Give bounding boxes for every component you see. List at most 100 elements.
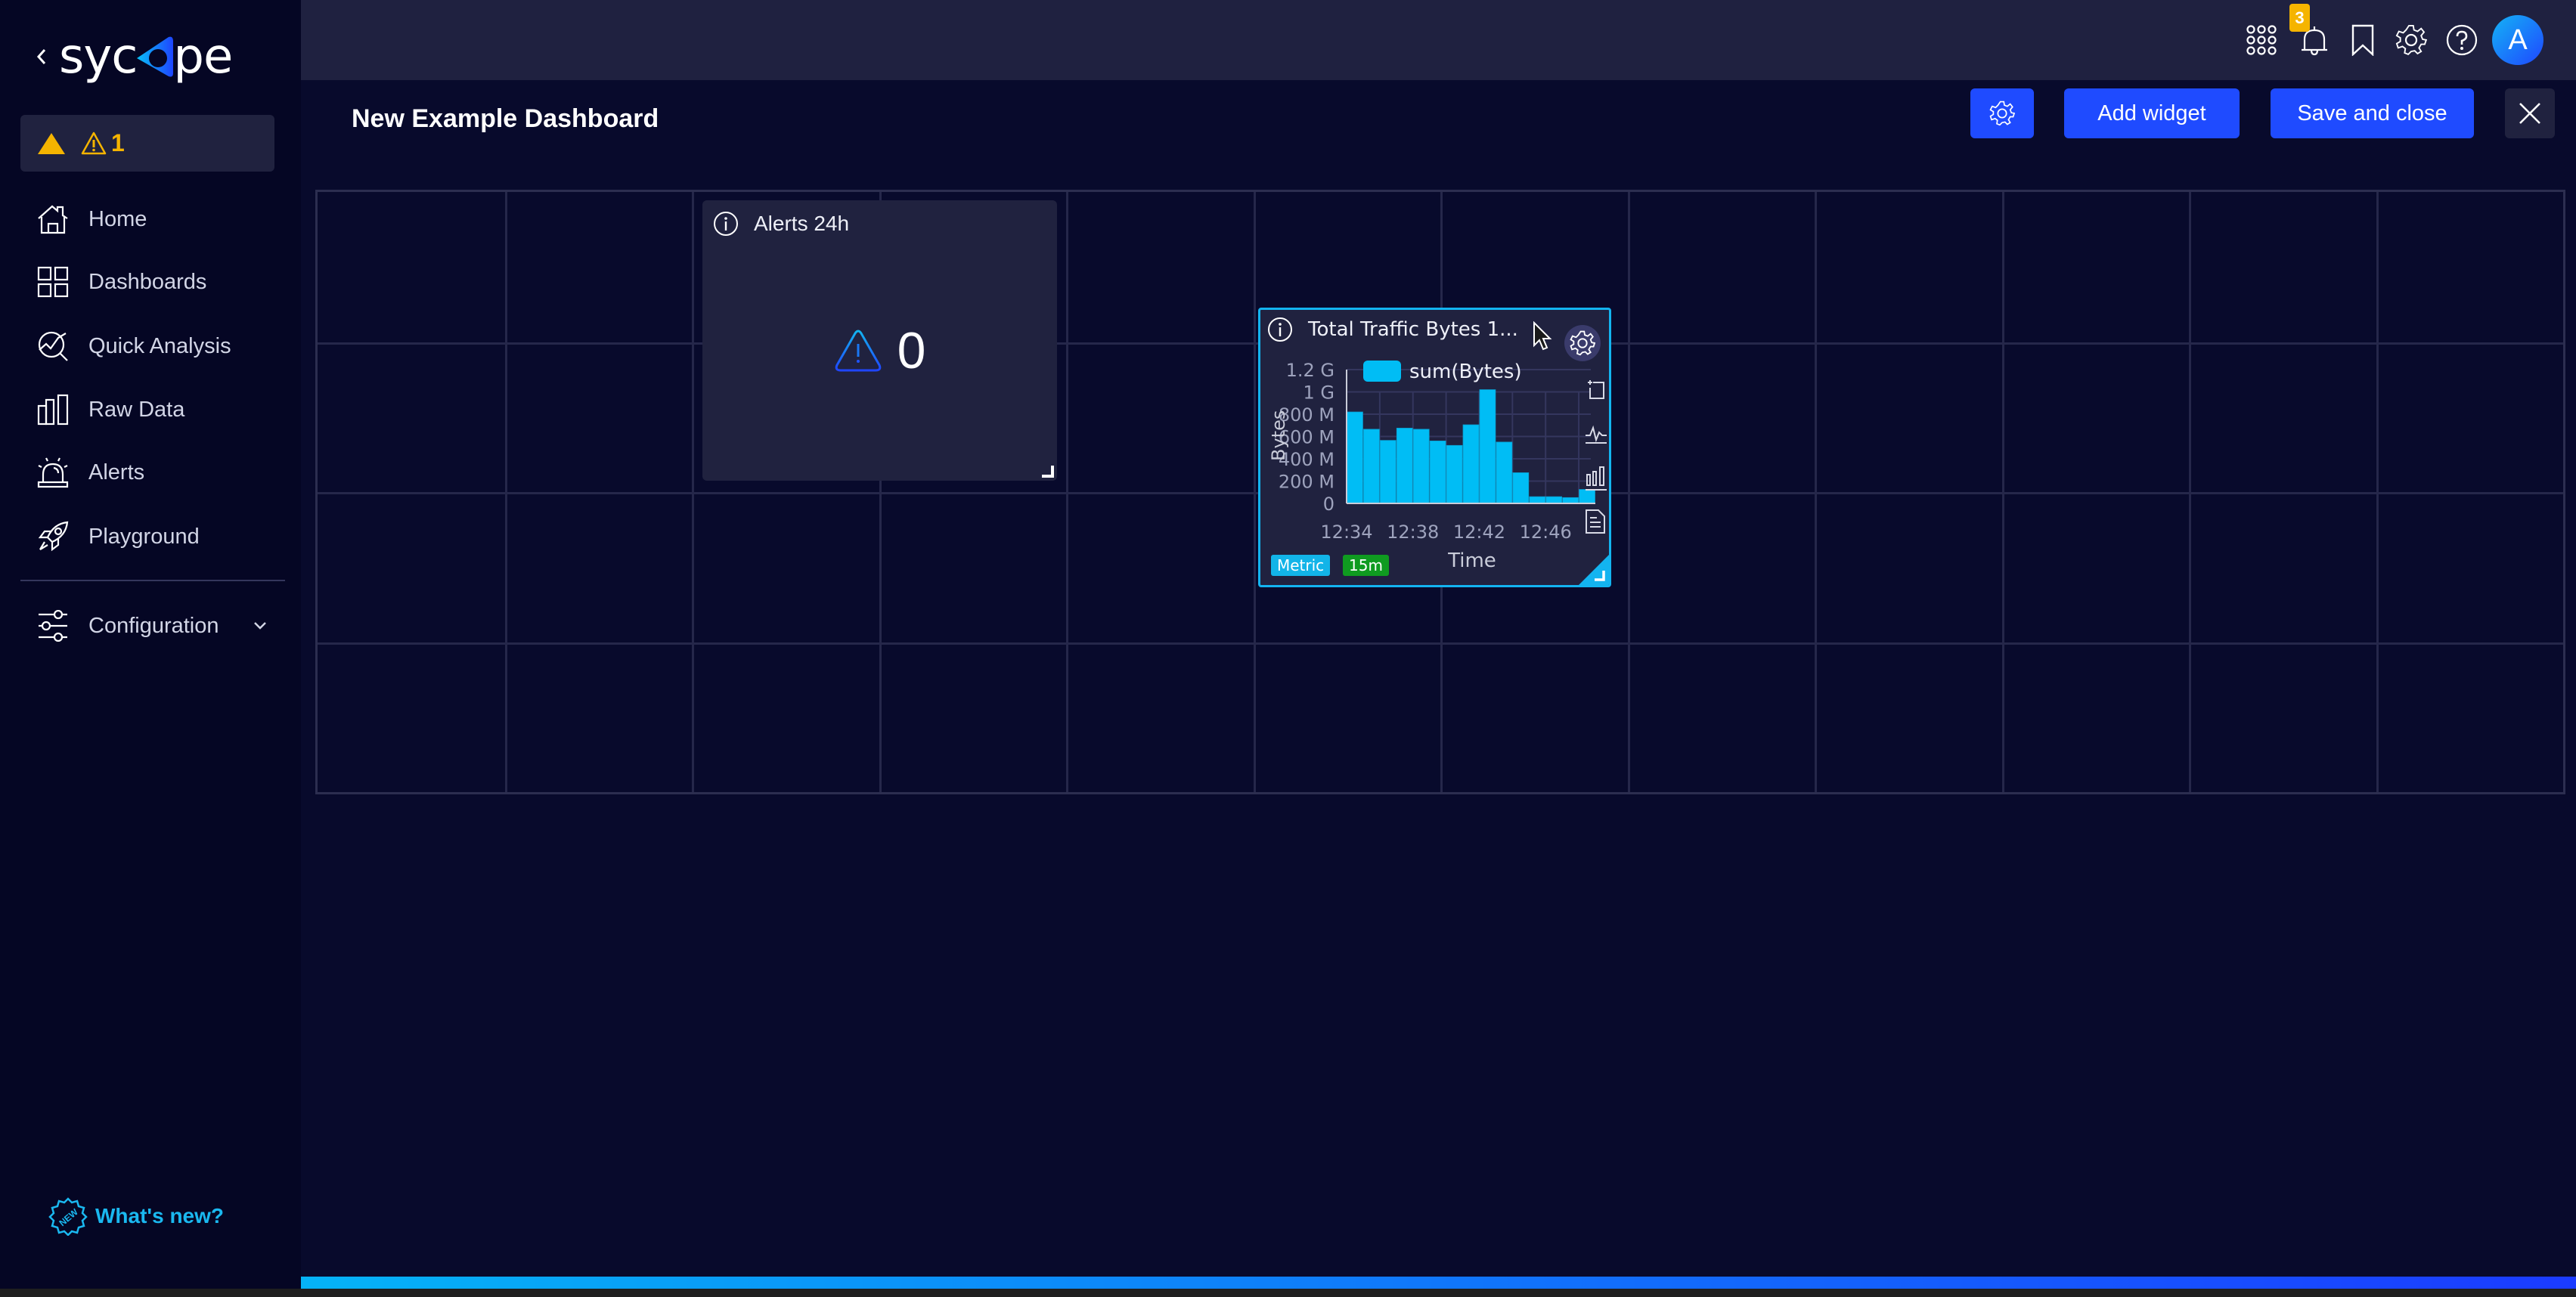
sidebar-divider <box>20 580 285 581</box>
save-and-close-button[interactable]: Save and close <box>2271 88 2474 138</box>
sidebar-item-quick-analysis[interactable]: Quick Analysis <box>37 322 231 370</box>
svg-text:NEW: NEW <box>57 1206 80 1228</box>
sidebar-item-label: Raw Data <box>88 397 185 422</box>
chart-bar[interactable] <box>1396 428 1413 504</box>
chart-bar[interactable] <box>1446 444 1463 504</box>
new-badge-icon: NEW <box>48 1197 88 1236</box>
siren-icon <box>37 457 69 488</box>
sidebar-item-label: Configuration <box>88 613 219 638</box>
metric-tag: Metric <box>1271 555 1331 576</box>
warning-outline-icon <box>81 132 107 154</box>
grid-row-line <box>318 642 2563 645</box>
sidebar-item-playground[interactable]: Playground <box>37 512 200 561</box>
zoom-select-icon[interactable] <box>1588 380 1604 399</box>
chevron-left-icon[interactable] <box>33 42 50 72</box>
dashboard-settings-button[interactable] <box>1970 88 2034 138</box>
x-tick-label: 12:38 <box>1387 522 1439 543</box>
alert-count: 1 <box>111 129 125 156</box>
alerts-value-area: 0 <box>702 321 1057 380</box>
alerts-24h-widget[interactable]: Alerts 24h 0 <box>702 200 1057 481</box>
notification-badge: 3 <box>2289 4 2310 32</box>
chart-bar[interactable] <box>1512 472 1530 504</box>
sidebar-item-dashboards[interactable]: Dashboards <box>37 258 206 306</box>
gear-icon <box>1989 101 2015 126</box>
quick-analysis-icon <box>38 331 68 361</box>
chart-bars <box>1347 389 1595 504</box>
sidebar-item-label: Quick Analysis <box>88 333 231 358</box>
sidebar-item-label: Playground <box>88 524 200 549</box>
x-tick-label: 12:46 <box>1520 522 1572 543</box>
whats-new-link[interactable]: NEW What's new? <box>48 1196 224 1236</box>
widget-title: Alerts 24h <box>754 212 850 235</box>
progress-fill <box>301 1277 2576 1289</box>
bookmark-icon[interactable] <box>2347 24 2379 56</box>
x-tick-label: 12:42 <box>1453 522 1505 543</box>
y-tick-label: 1 G <box>1303 382 1335 404</box>
sidebar-item-configuration[interactable]: Configuration <box>37 602 271 650</box>
time-range-tag: 15m <box>1343 555 1389 576</box>
top-bar <box>301 0 2576 80</box>
traffic-bar-chart: 0200 M400 M600 M800 M1 G1.2 G 12:34 12:38… <box>1268 360 1607 572</box>
line-chart-icon[interactable] <box>1586 425 1607 444</box>
help-icon[interactable] <box>2446 24 2478 56</box>
sycope-logo[interactable]: syc pe <box>59 29 233 85</box>
legend-swatch <box>1363 361 1401 382</box>
chart-bar[interactable] <box>1479 389 1496 504</box>
add-widget-button[interactable]: Add widget <box>2064 88 2240 138</box>
y-axis-label: Bytes <box>1268 410 1289 461</box>
chevron-down-icon[interactable] <box>253 619 267 633</box>
chart-bar[interactable] <box>1545 496 1563 504</box>
sidebar-item-raw-data[interactable]: Raw Data <box>37 385 184 434</box>
x-axis-ticks: 12:34 12:38 12:42 12:46 <box>1320 522 1571 543</box>
y-tick-label: 1.2 G <box>1286 360 1334 381</box>
info-icon[interactable] <box>713 211 739 237</box>
document-icon[interactable] <box>1586 509 1605 534</box>
chart-bar[interactable] <box>1363 429 1380 504</box>
chart-bar[interactable] <box>1379 440 1396 504</box>
loading-progress-bar <box>301 1277 2576 1289</box>
chart-bar[interactable] <box>1429 440 1446 504</box>
chart-bar[interactable] <box>1462 424 1480 504</box>
warning-icon <box>835 330 881 372</box>
y-tick-label: 200 M <box>1279 472 1334 493</box>
sidebar: syc pe 1 Home Dashboards Quick Analysis … <box>0 0 301 1289</box>
mouse-cursor-icon <box>1533 321 1552 351</box>
total-traffic-widget[interactable]: Total Traffic Bytes 1... 0 200 M 400 M 600 … <box>1258 308 1611 587</box>
chart-bar[interactable] <box>1562 497 1579 504</box>
resize-handle-icon[interactable] <box>1595 571 1605 581</box>
apps-grid-icon[interactable] <box>2246 24 2277 56</box>
sliders-icon <box>39 610 67 642</box>
logo-triangle-icon <box>137 36 174 77</box>
close-button[interactable] <box>2505 88 2555 138</box>
chart-bar[interactable] <box>1579 489 1595 504</box>
sidebar-item-label: Home <box>88 206 147 231</box>
settings-icon[interactable] <box>2395 24 2427 56</box>
sidebar-item-home[interactable]: Home <box>37 195 147 243</box>
rocket-icon <box>38 521 69 552</box>
sidebar-item-alerts[interactable]: Alerts <box>37 448 144 497</box>
raw-data-icon <box>37 394 69 426</box>
whats-new-label: What's new? <box>95 1204 224 1227</box>
warning-solid-icon <box>38 132 65 154</box>
resize-handle-icon[interactable] <box>1042 466 1054 478</box>
x-tick-label: 12:34 <box>1320 522 1372 543</box>
close-icon <box>2519 103 2540 124</box>
page-title: New Example Dashboard <box>352 104 659 133</box>
widget-header: Alerts 24h <box>713 211 849 237</box>
user-avatar[interactable]: A <box>2492 15 2543 65</box>
bar-chart-icon[interactable] <box>1586 466 1607 491</box>
chart-bar[interactable] <box>1496 441 1513 504</box>
sidebar-item-label: Dashboards <box>88 269 207 294</box>
x-axis-label: Time <box>1447 549 1496 572</box>
y-tick-label: 0 <box>1323 494 1334 515</box>
legend-label: sum(Bytes) <box>1409 361 1522 383</box>
bottom-strip <box>0 1289 2576 1297</box>
chart-bar[interactable] <box>1412 429 1430 504</box>
sidebar-item-label: Alerts <box>88 460 145 484</box>
alert-summary[interactable]: 1 <box>20 115 274 172</box>
home-icon <box>38 205 68 234</box>
chart-bar[interactable] <box>1529 496 1546 504</box>
app-root: syc pe 1 Home Dashboards Quick Analysis … <box>0 0 2576 1297</box>
alerts-count: 0 <box>897 322 926 379</box>
chart-bar[interactable] <box>1347 411 1363 504</box>
